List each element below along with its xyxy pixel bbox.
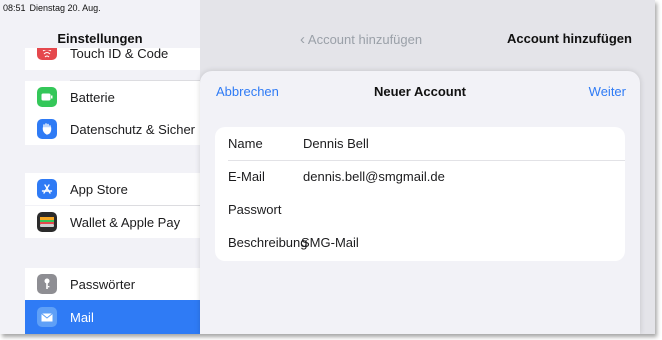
ipad-screen: Einstellungen Touch ID & Code Einstellun… xyxy=(0,0,655,334)
status-date: Dienstag 20. Aug. xyxy=(29,3,101,13)
description-input[interactable]: SMG-Mail xyxy=(301,235,359,250)
back-button[interactable]: ‹ Account hinzufügen xyxy=(300,31,422,48)
email-field[interactable]: E-Mail dennis.bell@smgmail.de xyxy=(215,160,625,193)
cancel-button[interactable]: Abbrechen xyxy=(216,84,279,99)
field-label: Name xyxy=(228,136,263,151)
account-form: Name Dennis Bell E-Mail dennis.bell@smgm… xyxy=(215,127,625,261)
app-store-icon xyxy=(37,179,57,199)
sidebar-item-label: Mail xyxy=(70,309,94,325)
password-field[interactable]: Passwort xyxy=(215,193,625,226)
mail-icon xyxy=(37,307,57,327)
sidebar-item-privacy[interactable]: Datenschutz & Sicherheit xyxy=(25,113,200,145)
key-icon xyxy=(37,274,57,294)
name-input[interactable]: Dennis Bell xyxy=(303,136,369,151)
sidebar-item-touch-id[interactable]: Touch ID & Code xyxy=(25,46,200,70)
sidebar-item-label: Wallet & Apple Pay xyxy=(70,214,181,230)
sidebar-item-label: Datenschutz & Sicherheit xyxy=(70,121,195,137)
sidebar-item-label: App Store xyxy=(70,181,128,197)
sidebar-item-passwords[interactable]: Passwörter xyxy=(25,268,200,300)
fingerprint-icon xyxy=(37,48,57,60)
name-field[interactable]: Name Dennis Bell xyxy=(215,127,625,160)
field-label: Beschreibung xyxy=(228,235,308,250)
sidebar-item-label: Passwörter xyxy=(70,276,136,292)
email-input[interactable]: dennis.bell@smgmail.de xyxy=(303,169,445,184)
new-account-sheet: Neuer Account Abbrechen Weiter Name Denn… xyxy=(200,71,640,334)
sidebar-item-label: Batterie xyxy=(70,89,115,105)
sidebar-item-label: Touch ID & Code xyxy=(70,46,169,61)
sidebar-item-app-store[interactable]: App Store xyxy=(25,173,200,205)
status-bar: 08:51 Dienstag 20. Aug. xyxy=(0,0,200,16)
sidebar-item-mail[interactable]: Mail xyxy=(25,300,200,334)
description-field[interactable]: Beschreibung SMG-Mail xyxy=(215,226,625,259)
status-time: 08:51 xyxy=(3,3,26,13)
battery-icon xyxy=(37,87,57,107)
field-label: Passwort xyxy=(228,202,282,217)
page-title: Account hinzufügen xyxy=(507,31,632,46)
field-label: E-Mail xyxy=(228,169,265,184)
settings-sidebar: Einstellungen Touch ID & Code Einstellun… xyxy=(0,0,200,334)
sidebar-item-wallet[interactable]: Wallet & Apple Pay xyxy=(25,206,200,238)
sidebar-title: Einstellungen xyxy=(57,31,143,46)
hand-icon xyxy=(37,119,57,139)
back-button-label: Account hinzufügen xyxy=(307,32,423,47)
next-button[interactable]: Weiter xyxy=(589,84,626,99)
chevron-left-icon: ‹ xyxy=(300,31,305,48)
wallet-icon xyxy=(37,212,57,232)
sidebar-item-battery[interactable]: Batterie xyxy=(25,81,200,113)
